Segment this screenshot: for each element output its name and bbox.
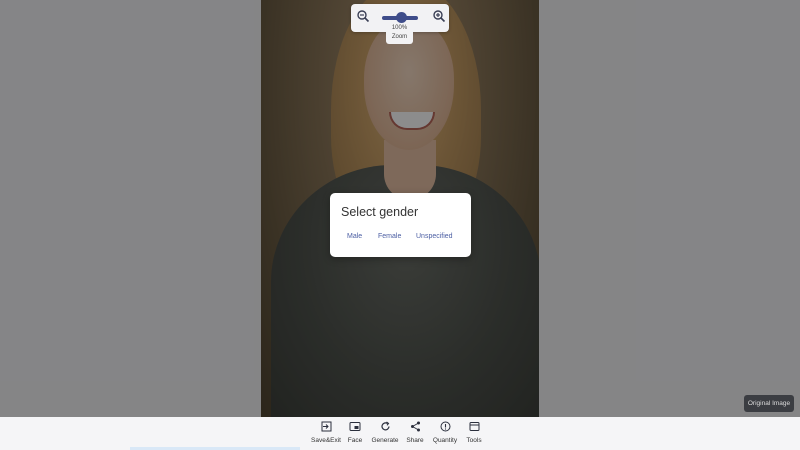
zoom-out-icon[interactable] (355, 9, 371, 25)
zoom-label: Zoom (391, 34, 408, 40)
dialog-title: Select gender (341, 205, 419, 219)
zoom-caption: 100% Zoom (386, 23, 413, 44)
bottom-toolbar: Save&Exit Face Generate Share Quantity T… (0, 417, 800, 450)
gender-option-unspecified[interactable]: Unspecified (416, 233, 453, 240)
gender-options: Male Female Unspecified (330, 233, 471, 245)
tools-label: Tools (466, 437, 482, 444)
zoom-value: 100% (391, 25, 408, 31)
select-gender-dialog: Select gender Male Female Unspecified (330, 193, 471, 257)
original-image-button[interactable]: Original Image (744, 395, 794, 412)
gender-option-female[interactable]: Female (378, 233, 401, 240)
tools-button[interactable]: Tools (456, 421, 492, 449)
zoom-in-icon[interactable] (431, 9, 447, 25)
tools-icon (456, 421, 492, 435)
zoom-slider-thumb[interactable] (396, 12, 407, 23)
gender-option-male[interactable]: Male (347, 233, 362, 240)
